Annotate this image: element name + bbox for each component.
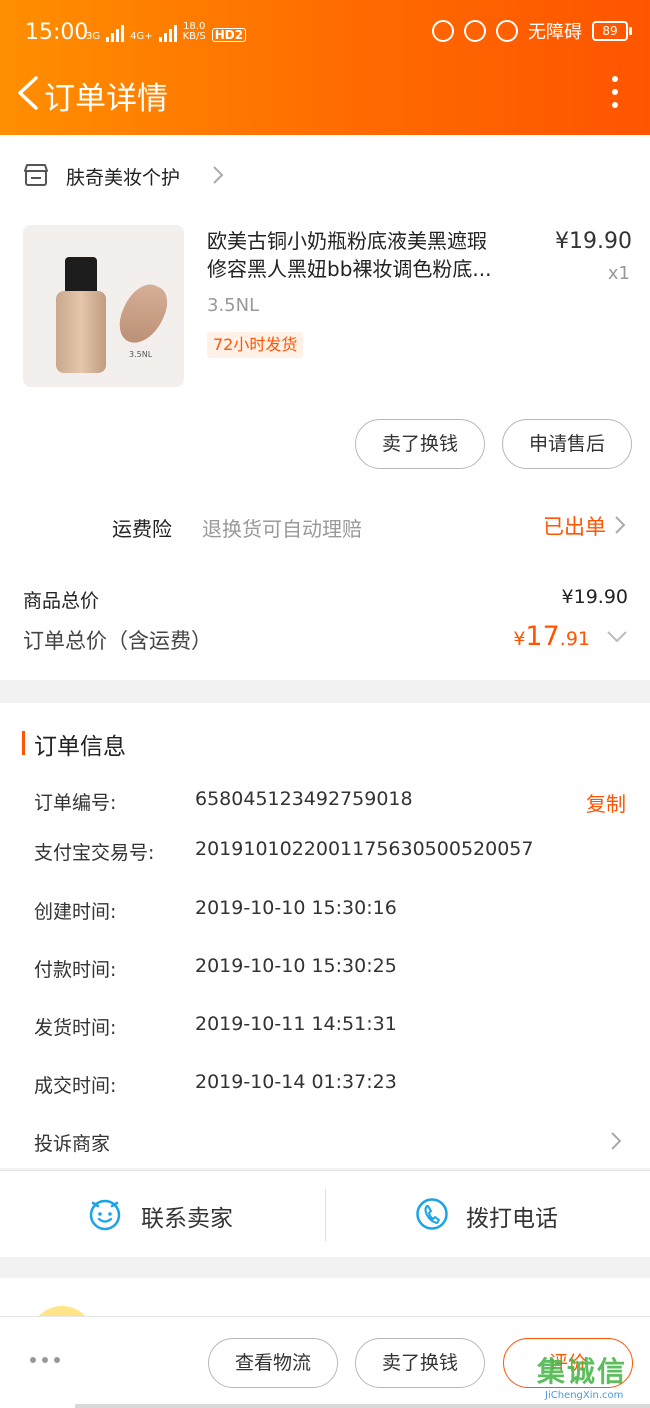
order-total-integer: 17 (525, 621, 560, 652)
battery-level: 89 (592, 21, 628, 41)
store-icon (24, 164, 48, 186)
product-quantity: x1 (607, 263, 630, 284)
info-label: 发货时间: (34, 1017, 117, 1039)
info-value: 2019-10-14 01:37:23 (195, 1071, 397, 1093)
alarm-icon (496, 20, 518, 42)
info-value: 658045123492759018 (195, 788, 413, 810)
call-phone-label: 拨打电话 (466, 1206, 558, 1232)
hd-badge: HD2 (211, 28, 247, 42)
product-sku: 3.5NL (207, 295, 260, 316)
chevron-right-icon[interactable] (212, 165, 224, 185)
copy-button[interactable]: 复制 (586, 788, 626, 817)
order-number-row: 订单编号: 658045123492759018 复制 (0, 788, 650, 818)
shipping-badge: 72小时发货 (207, 332, 304, 358)
chevron-down-icon[interactable] (606, 630, 628, 644)
paid-time-row: 付款时间: 2019-10-10 15:30:25 (0, 955, 650, 985)
more-actions-icon[interactable] (30, 1357, 60, 1363)
product-image-label: 3.5NL (129, 350, 153, 359)
product-image[interactable]: 3.5NL (23, 225, 184, 387)
complain-seller-row[interactable]: 投诉商家 (0, 1129, 650, 1159)
product-title-line1: 欧美古铜小奶瓶粉底液美黑遮瑕 (207, 229, 487, 253)
network-speed: 18.0 KB/S (183, 22, 206, 42)
alipay-trade-row: 支付宝交易号: 2019101022001175630500520057 (0, 838, 650, 868)
order-total-value: ¥17.91 (513, 621, 590, 652)
product-title-line2: 修容黑人黑妞bb裸妆调色粉底... (207, 257, 492, 281)
info-label: 付款时间: (34, 959, 117, 981)
sell-for-cash-button-bottom[interactable]: 卖了换钱 (355, 1338, 485, 1388)
accessibility-label: 无障碍 (528, 22, 582, 43)
apply-aftersale-button[interactable]: 申请售后 (502, 419, 632, 469)
order-total-decimal: .91 (559, 628, 590, 650)
goods-total-value: ¥19.90 (561, 586, 628, 608)
order-total-label: 订单总价（含运费） (23, 629, 212, 653)
info-value: 2019-10-11 14:51:31 (195, 1013, 397, 1035)
sell-for-cash-button[interactable]: 卖了换钱 (355, 419, 485, 469)
store-name[interactable]: 肤奇美妆个护 (66, 163, 180, 190)
shipped-time-row: 发货时间: 2019-10-11 14:51:31 (0, 1013, 650, 1043)
shipping-insurance-label: 运费险 (112, 517, 172, 541)
back-icon[interactable] (14, 75, 44, 111)
view-logistics-button[interactable]: 查看物流 (208, 1338, 338, 1388)
contact-seller-label: 联系卖家 (141, 1206, 233, 1232)
bottle-cap (65, 257, 97, 293)
nfc-icon (432, 20, 454, 42)
chevron-right-icon[interactable] (610, 1131, 622, 1151)
info-value: 2019-10-10 15:30:16 (195, 897, 397, 919)
complain-seller-label[interactable]: 投诉商家 (34, 1129, 110, 1156)
store-card: 肤奇美妆个护 3.5NL 欧美古铜小奶瓶粉底液美黑遮瑕 修容黑人黑妞bb裸妆调色… (0, 135, 650, 680)
watermark-logo: 集诚信 JiChengXin.com (537, 1350, 650, 1408)
call-phone-button[interactable]: 拨打电话 (325, 1171, 650, 1258)
order-info-title: 订单信息 (34, 734, 126, 760)
shipping-insurance-status[interactable]: 已出单 (543, 511, 606, 541)
watermark-sub: JiChengXin.com (545, 1390, 624, 1401)
completed-time-row: 成交时间: 2019-10-14 01:37:23 (0, 1071, 650, 1101)
contact-bar: 联系卖家 拨打电话 (0, 1170, 650, 1257)
contact-seller-button[interactable]: 联系卖家 (0, 1171, 325, 1258)
status-bar: 15:00 3G 4G+ 18.0 KB/S HD2 无障碍 89 (0, 0, 650, 66)
chat-icon (89, 1199, 121, 1231)
order-total-currency: ¥ (513, 628, 526, 650)
product-title[interactable]: 欧美古铜小奶瓶粉底液美黑遮瑕 修容黑人黑妞bb裸妆调色粉底... (207, 227, 532, 283)
info-label: 创建时间: (34, 901, 117, 923)
status-right: 无障碍 89 (432, 18, 632, 44)
signal-icon-2 (158, 24, 177, 42)
product-price: ¥19.90 (555, 229, 632, 254)
speed-unit: KB/S (182, 31, 206, 42)
more-menu-icon[interactable] (610, 76, 620, 110)
info-value: 2019-10-10 15:30:25 (195, 955, 397, 977)
chevron-right-icon[interactable] (614, 515, 626, 535)
info-label: 支付宝交易号: (34, 842, 155, 864)
info-value: 2019101022001175630500520057 (195, 838, 534, 860)
phone-icon (416, 1198, 448, 1230)
network-4g-label: 4G+ (130, 31, 153, 42)
info-label: 成交时间: (34, 1075, 117, 1097)
watermark-main: 集诚信 (537, 1355, 628, 1388)
network-indicators: 3G 4G+ 18.0 KB/S HD2 (86, 22, 247, 42)
header: 15:00 3G 4G+ 18.0 KB/S HD2 无障碍 89 订单详情 (0, 0, 650, 135)
goods-total-label: 商品总价 (23, 590, 100, 612)
foundation-swatch (111, 277, 175, 351)
battery-icon: 89 (592, 21, 632, 41)
section-accent-bar (22, 731, 25, 755)
bottle-body (56, 291, 106, 373)
signal-icon (106, 24, 125, 42)
order-info-card: 订单信息 订单编号: 658045123492759018 复制 支付宝交易号:… (0, 703, 650, 1168)
lock-icon (464, 20, 486, 42)
created-time-row: 创建时间: 2019-10-10 15:30:16 (0, 897, 650, 927)
status-time: 15:00 (25, 20, 89, 45)
info-label: 订单编号: (34, 792, 117, 814)
network-3g-label: 3G (86, 31, 101, 42)
page-title: 订单详情 (44, 81, 168, 117)
shipping-insurance-description: 退换货可自动理赔 (202, 517, 362, 541)
